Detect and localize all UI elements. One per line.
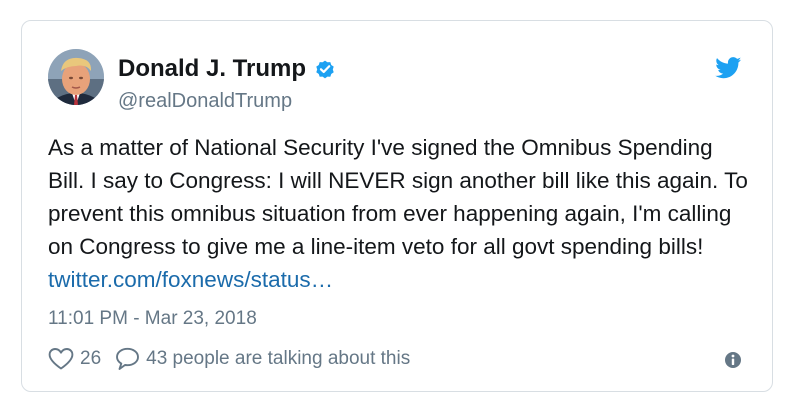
like-count: 26 bbox=[80, 348, 102, 369]
reply-button[interactable]: 43 people are talking about this bbox=[115, 347, 410, 371]
author-info: Donald J. Trump @realDonaldTrump bbox=[118, 54, 336, 111]
tweet-link[interactable]: twitter.com/foxnews/status… bbox=[48, 267, 333, 292]
tweet-timestamp[interactable]: 11:01 PM - Mar 23, 2018 bbox=[48, 308, 257, 330]
tweet-text: As a matter of National Security I've si… bbox=[48, 135, 748, 259]
tweet-action-bar: 26 43 people are talking about this bbox=[48, 345, 410, 373]
embedded-tweet-card: Donald J. Trump @realDonaldTrump As a ma… bbox=[21, 20, 773, 392]
profile-photo-icon bbox=[48, 49, 104, 105]
talking-about-text: 43 people are talking about this bbox=[146, 348, 411, 369]
author-handle[interactable]: @realDonaldTrump bbox=[118, 91, 336, 111]
verified-badge-icon bbox=[316, 60, 334, 79]
speech-bubble-icon bbox=[116, 347, 140, 370]
author-avatar[interactable] bbox=[48, 49, 104, 105]
info-icon[interactable] bbox=[724, 351, 742, 369]
heart-icon bbox=[48, 348, 74, 370]
like-button[interactable]: 26 bbox=[48, 347, 101, 371]
tweet-body: As a matter of National Security I've si… bbox=[48, 131, 748, 296]
twitter-bird-icon[interactable] bbox=[715, 57, 742, 79]
author-display-name[interactable]: Donald J. Trump bbox=[118, 57, 306, 81]
author-name-row: Donald J. Trump bbox=[118, 54, 336, 84]
